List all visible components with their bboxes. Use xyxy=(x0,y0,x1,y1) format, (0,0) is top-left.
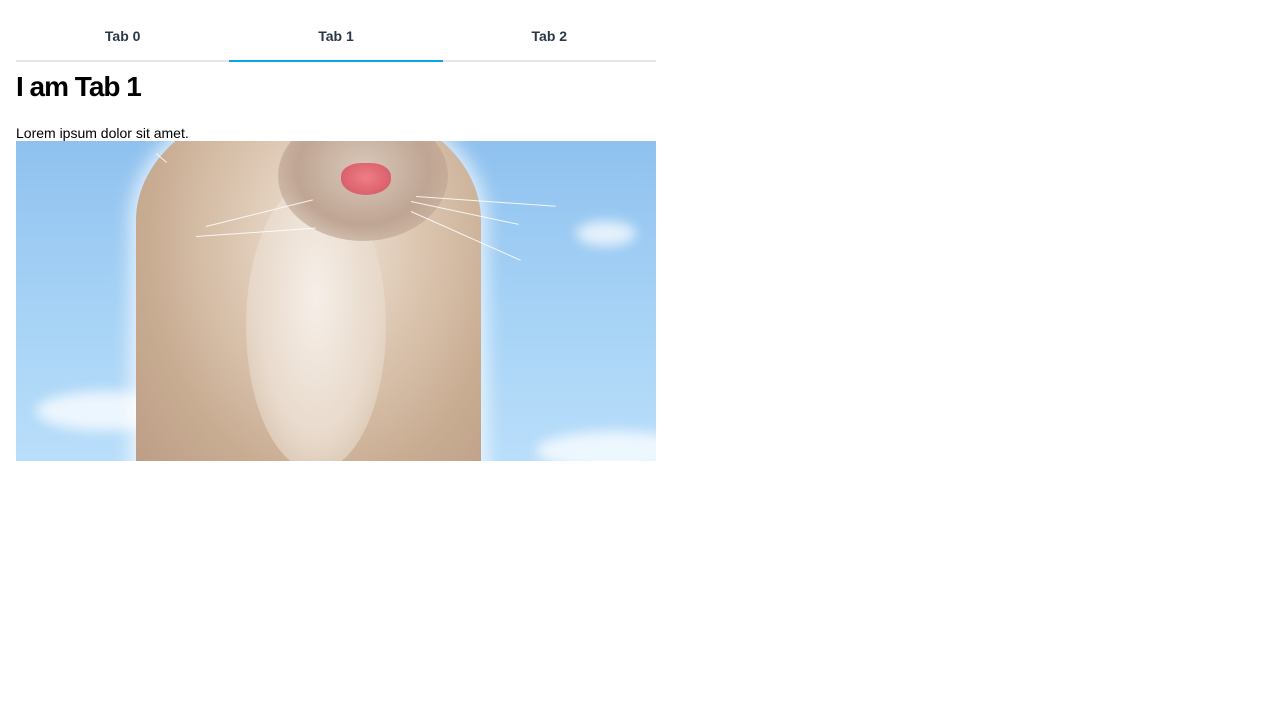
cloud xyxy=(536,431,656,461)
tab-0[interactable]: Tab 0 xyxy=(16,12,229,60)
tab-1[interactable]: Tab 1 xyxy=(229,12,443,62)
panel-paragraph: Lorem ipsum dolor sit amet. xyxy=(16,125,189,141)
tab-2[interactable]: Tab 2 xyxy=(443,12,656,60)
cloud xyxy=(576,221,636,246)
cat-nose xyxy=(341,163,391,195)
panel-heading: I am Tab 1 xyxy=(16,71,142,102)
tabs-container: Tab 0 Tab 1 Tab 2 I am Tab 1 Lorem ipsum… xyxy=(16,12,656,461)
tab-bar: Tab 0 Tab 1 Tab 2 xyxy=(16,12,656,62)
kitten-photo xyxy=(16,141,656,461)
tab-panel: I am Tab 1 Lorem ipsum dolor sit amet. xyxy=(16,72,656,461)
